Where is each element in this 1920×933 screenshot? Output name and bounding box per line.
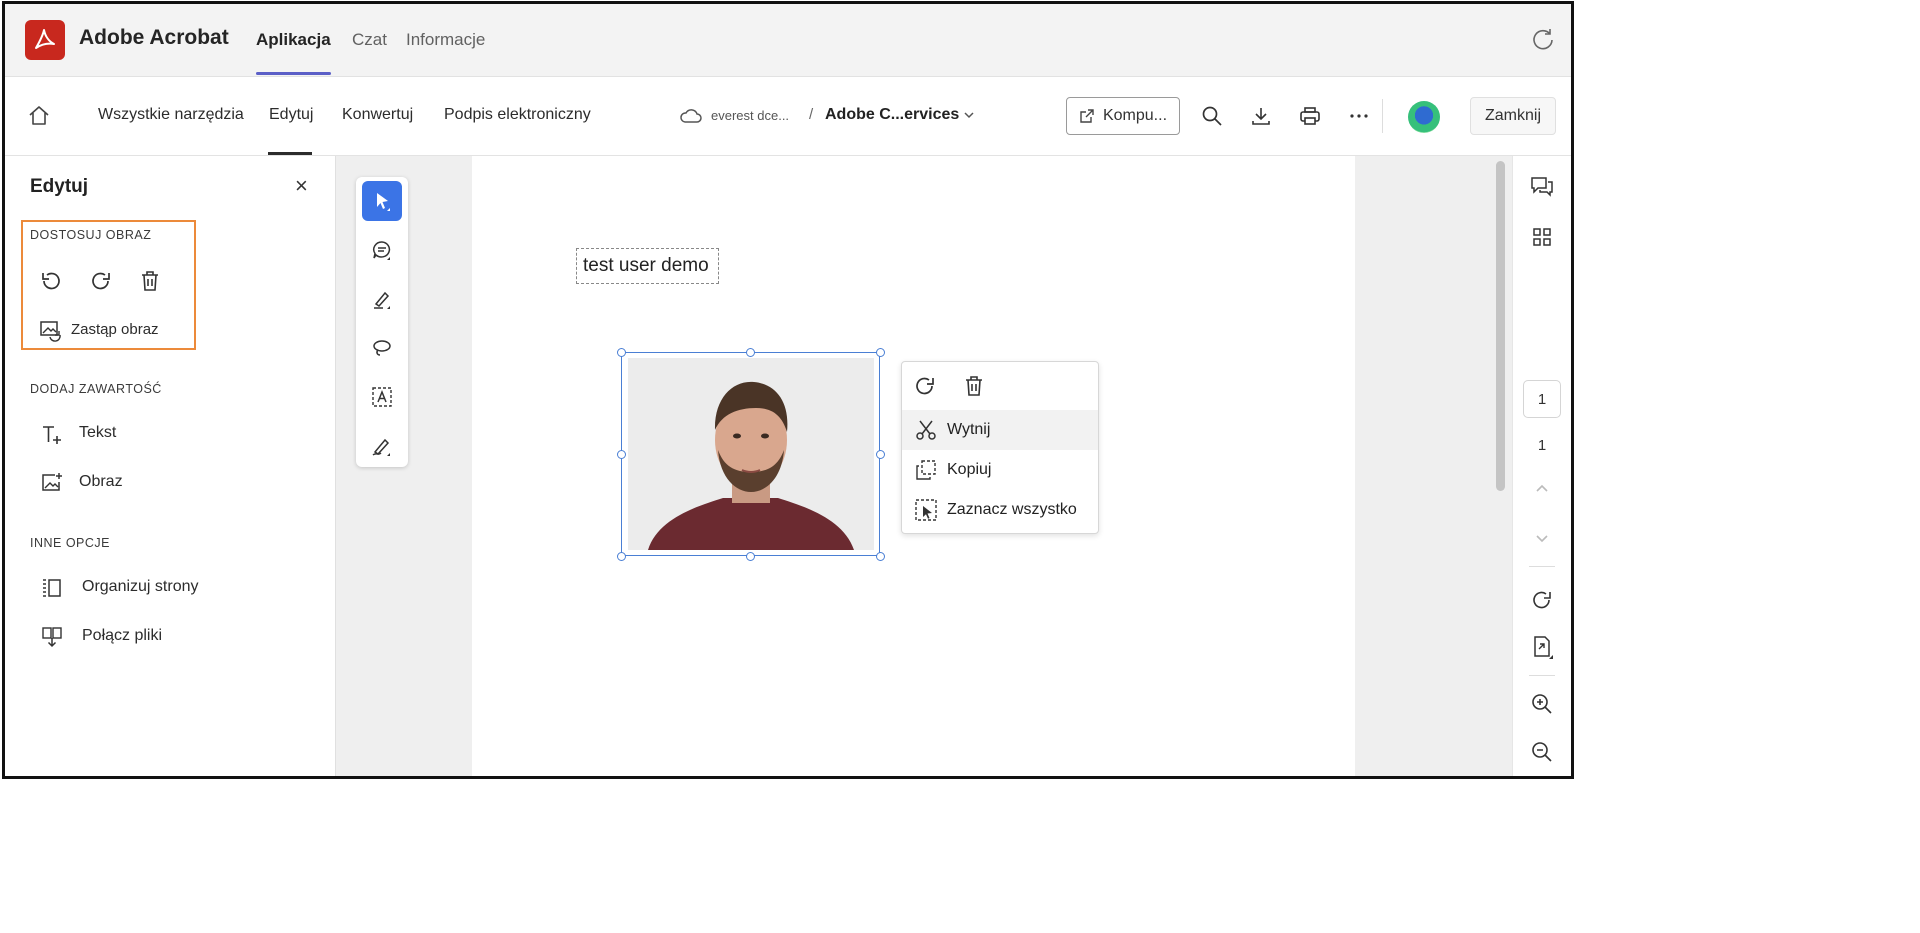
rail-divider (1529, 675, 1555, 676)
select-all-icon (914, 498, 938, 522)
toolbar-all-tools[interactable]: Wszystkie narzędzia (98, 106, 244, 124)
title-bar: Adobe Acrobat Aplikacja Czat Informacje (5, 4, 1571, 77)
open-in-app-button[interactable]: Kompu... (1066, 97, 1180, 135)
document-name[interactable]: Adobe C...ervices (825, 106, 959, 124)
organize-pages-button[interactable]: Organizuj strony (82, 578, 199, 596)
menu-item-cut[interactable]: Wytnij (902, 410, 1098, 450)
resize-handle-top[interactable] (746, 348, 755, 357)
redo-icon[interactable] (89, 269, 113, 293)
undo-icon[interactable] (39, 269, 63, 293)
copy-icon (914, 458, 938, 482)
section-other-options: INNE OPCJE (30, 536, 111, 550)
chevron-down-icon[interactable] (960, 106, 984, 130)
main-toolbar: Wszystkie narzędzia Edytuj Konwertuj Pod… (5, 77, 1571, 156)
text-recognition-tool-icon[interactable] (362, 377, 402, 417)
menu-item-copy-label: Kopiuj (947, 461, 992, 478)
search-icon[interactable] (1200, 104, 1224, 128)
replace-image-icon[interactable] (38, 318, 62, 342)
acrobat-logo-icon (25, 20, 65, 60)
cloud-icon (679, 107, 703, 131)
merge-files-icon[interactable] (40, 625, 64, 649)
edit-panel: Edytuj × DOSTOSUJ OBRAZ Zastąp obraz DOD… (5, 156, 336, 776)
add-text-icon[interactable] (40, 422, 64, 446)
cut-icon (914, 418, 938, 442)
page-export-icon[interactable] (1529, 634, 1555, 660)
toolbar-divider (1382, 99, 1383, 133)
avatar[interactable] (1408, 101, 1440, 133)
chevron-down-icon[interactable] (1529, 525, 1555, 551)
replace-image-button[interactable]: Zastąp obraz (71, 321, 159, 338)
text-field[interactable]: test user demo (576, 248, 719, 284)
toolbar-convert[interactable]: Konwertuj (342, 106, 413, 124)
toolbar-e-signature[interactable]: Podpis elektroniczny (444, 106, 591, 124)
resize-handle-top-right[interactable] (876, 348, 885, 357)
tab-aplikacja[interactable]: Aplikacja (256, 30, 331, 50)
highlight-tool-icon[interactable] (362, 279, 402, 319)
add-image-icon[interactable] (40, 471, 64, 495)
add-text-button[interactable]: Tekst (79, 424, 116, 442)
open-external-icon (1079, 108, 1095, 124)
add-image-button[interactable]: Obraz (79, 473, 123, 491)
menu-item-select-all-label: Zaznacz wszystko (947, 501, 1077, 518)
menu-item-select-all[interactable]: Zaznacz wszystko (902, 490, 1098, 530)
vertical-scrollbar[interactable] (1496, 161, 1505, 491)
section-adjust-image: DOSTOSUJ OBRAZ (30, 228, 152, 242)
app-title: Adobe Acrobat (79, 26, 229, 49)
resize-handle-left[interactable] (617, 450, 626, 459)
toolbar-edit[interactable]: Edytuj (269, 106, 313, 124)
tool-strip (356, 177, 408, 467)
section-add-content: DODAJ ZAWARTOŚĆ (30, 382, 162, 396)
app-window: Adobe Acrobat Aplikacja Czat Informacje … (2, 1, 1574, 779)
active-toolbar-indicator (268, 152, 312, 155)
total-pages: 1 (1537, 437, 1547, 454)
active-tab-indicator (256, 72, 331, 75)
print-icon[interactable] (1298, 104, 1322, 128)
sign-tool-icon[interactable] (362, 426, 402, 466)
tab-informacje[interactable]: Informacje (406, 30, 485, 50)
resize-handle-top-left[interactable] (617, 348, 626, 357)
image-selection-box[interactable] (621, 352, 880, 556)
open-in-app-label: Kompu... (1102, 107, 1168, 124)
home-icon[interactable] (27, 104, 51, 128)
zoom-in-icon[interactable] (1529, 691, 1555, 717)
tab-czat[interactable]: Czat (352, 30, 387, 50)
resize-handle-right[interactable] (876, 450, 885, 459)
comment-tool-icon[interactable] (362, 230, 402, 270)
breadcrumb-location[interactable]: everest dce... (711, 108, 789, 123)
merge-files-button[interactable]: Połącz pliki (82, 627, 162, 645)
organize-pages-icon[interactable] (40, 576, 64, 600)
select-tool-icon[interactable] (362, 181, 402, 221)
resize-handle-bottom-left[interactable] (617, 552, 626, 561)
menu-item-copy[interactable]: Kopiuj (902, 450, 1098, 490)
trash-icon[interactable] (962, 374, 986, 398)
zoom-out-icon[interactable] (1529, 739, 1555, 765)
chevron-up-icon[interactable] (1529, 476, 1555, 502)
rail-divider (1529, 566, 1555, 567)
grid-icon[interactable] (1529, 224, 1555, 250)
trash-icon[interactable] (138, 269, 162, 293)
comments-icon[interactable] (1529, 174, 1555, 200)
close-icon[interactable]: × (295, 175, 308, 197)
menu-item-cut-label: Wytnij (947, 421, 991, 438)
download-icon[interactable] (1249, 104, 1273, 128)
resize-handle-bottom[interactable] (746, 552, 755, 561)
context-menu: Wytnij Kopiuj Zaznacz wszystko (901, 361, 1099, 534)
current-page-input[interactable]: 1 (1523, 380, 1561, 418)
lasso-tool-icon[interactable] (362, 328, 402, 368)
rotate-icon[interactable] (913, 374, 937, 398)
close-button[interactable]: Zamknij (1470, 97, 1556, 135)
resize-handle-bottom-right[interactable] (876, 552, 885, 561)
breadcrumb-separator: / (809, 106, 814, 123)
refresh-icon[interactable] (1530, 26, 1556, 52)
panel-title: Edytuj (30, 176, 89, 197)
rotate-icon[interactable] (1529, 587, 1555, 613)
more-icon[interactable] (1347, 104, 1371, 128)
